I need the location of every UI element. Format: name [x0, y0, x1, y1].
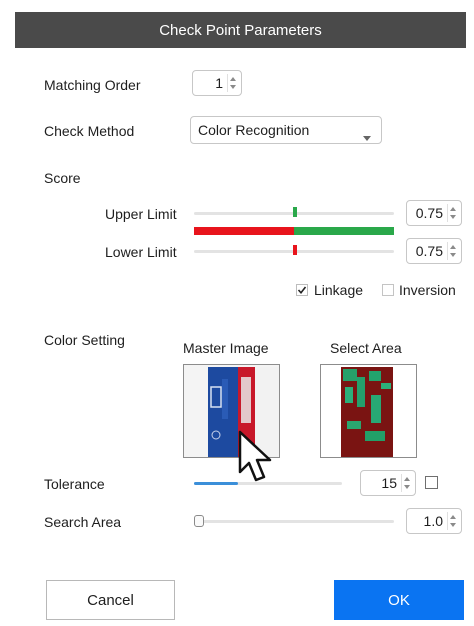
spinner-arrows-icon[interactable]	[227, 74, 238, 92]
chevron-down-icon	[363, 128, 371, 146]
spinner-arrows-icon[interactable]	[447, 242, 458, 260]
check-method-select[interactable]: Color Recognition	[190, 116, 382, 144]
dialog-title-bar: Check Point Parameters	[15, 12, 466, 48]
check-point-parameters-dialog: Check Point Parameters Matching Order 1 …	[0, 0, 474, 626]
lower-limit-label: Lower Limit	[105, 244, 177, 260]
score-label: Score	[44, 170, 81, 186]
search-area-value: 1.0	[423, 513, 443, 529]
tolerance-slider[interactable]	[194, 482, 342, 485]
checkmark-icon	[297, 286, 307, 295]
select-area-thumbnail[interactable]	[320, 364, 417, 458]
tolerance-value: 15	[381, 475, 397, 491]
matching-order-value: 1	[215, 75, 223, 91]
check-method-value: Color Recognition	[198, 122, 310, 138]
lower-limit-spinner[interactable]: 0.75	[406, 238, 462, 264]
upper-limit-handle[interactable]	[293, 207, 297, 217]
spinner-arrows-icon[interactable]	[447, 512, 458, 530]
tolerance-slider-fill	[194, 482, 238, 485]
inversion-label[interactable]: Inversion	[399, 282, 456, 298]
spinner-arrows-icon[interactable]	[447, 204, 458, 222]
spinner-arrows-icon[interactable]	[401, 474, 412, 492]
matching-order-label: Matching Order	[44, 77, 141, 93]
tolerance-checkbox[interactable]	[425, 476, 438, 489]
upper-limit-label: Upper Limit	[105, 206, 177, 222]
search-area-spinner[interactable]: 1.0	[406, 508, 462, 534]
upper-limit-spinner[interactable]: 0.75	[406, 200, 462, 226]
search-area-slider-handle[interactable]	[194, 515, 204, 527]
dialog-title: Check Point Parameters	[159, 21, 322, 39]
ok-button[interactable]: OK	[334, 580, 464, 620]
inversion-checkbox[interactable]	[382, 284, 394, 296]
score-pass-range-bar	[294, 227, 394, 235]
lower-limit-handle[interactable]	[293, 245, 297, 255]
master-image-label: Master Image	[183, 340, 269, 356]
pointer-cursor-icon	[238, 430, 272, 482]
select-area-label: Select Area	[330, 340, 402, 356]
color-setting-label: Color Setting	[44, 332, 125, 348]
ok-button-label: OK	[388, 591, 410, 609]
cancel-button[interactable]: Cancel	[46, 580, 175, 620]
upper-limit-value: 0.75	[415, 205, 443, 221]
lower-limit-value: 0.75	[415, 243, 443, 259]
linkage-label[interactable]: Linkage	[314, 282, 363, 298]
linkage-checkbox[interactable]	[296, 284, 308, 296]
tolerance-label: Tolerance	[44, 476, 105, 492]
matching-order-spinner[interactable]: 1	[192, 70, 242, 96]
score-fail-range-bar	[194, 227, 294, 235]
check-method-label: Check Method	[44, 123, 135, 139]
cancel-button-label: Cancel	[87, 591, 134, 609]
search-area-slider[interactable]	[196, 520, 394, 523]
tolerance-spinner[interactable]: 15	[360, 470, 416, 496]
search-area-label: Search Area	[44, 514, 122, 530]
